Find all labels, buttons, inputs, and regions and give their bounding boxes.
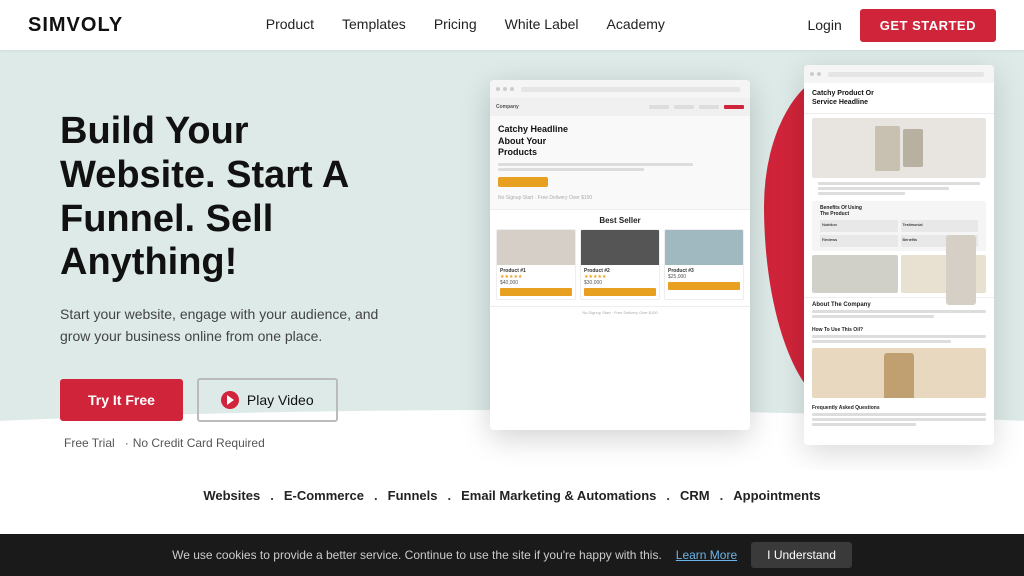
mock-sub-2 xyxy=(498,168,644,171)
feature-websites: Websites xyxy=(203,488,260,503)
mock-product-3-price: $25,000 xyxy=(668,274,740,280)
mockup2-desc xyxy=(804,182,994,201)
mockup2-hero-img xyxy=(812,118,986,178)
mockup-main: Company Catchy HeadlineAbout YourProduct… xyxy=(490,80,750,430)
hero-section: Build Your Website. Start A Funnel. Sell… xyxy=(0,50,1024,510)
mock-product-2-info: Product #2 ★★★★★ $30,000 xyxy=(581,265,659,299)
features-bar: Websites . E-Commerce . Funnels . Email … xyxy=(0,470,1024,520)
mock-dot-2 xyxy=(503,87,507,91)
mock-brand: Company xyxy=(496,104,526,110)
mock-best-seller: Best Seller xyxy=(490,216,750,225)
feature-ecommerce: E-Commerce xyxy=(284,488,364,503)
mockup2-person xyxy=(804,348,994,402)
cookie-bar: We use cookies to provide a better servi… xyxy=(0,534,1024,576)
mockup2-product-img xyxy=(936,235,986,305)
play-icon xyxy=(221,391,239,409)
cookie-learn-more[interactable]: Learn More xyxy=(676,548,737,562)
mock-product-3-img xyxy=(665,230,743,265)
hero-content: Build Your Website. Start A Funnel. Sell… xyxy=(0,70,460,490)
feature-crm: CRM xyxy=(680,488,710,503)
mockup-subnav: Company xyxy=(490,98,750,116)
mock-add-btn-2 xyxy=(584,288,656,296)
cookie-accept-button[interactable]: I Understand xyxy=(751,542,852,568)
mockup-secondary: Catchy Product OrService Headline Benefi… xyxy=(804,65,994,445)
mock-cta-btn xyxy=(498,177,548,187)
feature-funnels: Funnels xyxy=(388,488,438,503)
navigation: SIMVOLY Product Templates Pricing White … xyxy=(0,0,1024,50)
mock-url-bar xyxy=(521,87,740,92)
mock-sub-1 xyxy=(498,163,693,166)
mock-product-1-price: $40,000 xyxy=(500,280,572,286)
try-free-button[interactable]: Try It Free xyxy=(60,379,183,421)
nav-academy[interactable]: Academy xyxy=(607,16,665,32)
mock-product-1-info: Product #1 ★★★★★ $40,000 xyxy=(497,265,575,299)
mock-footer-note: No Signup Start · Free Delivery Over $10… xyxy=(490,306,750,318)
mock-product-2-img xyxy=(581,230,659,265)
feature-appointments: Appointments xyxy=(733,488,820,503)
nav-links: Product Templates Pricing White Label Ac… xyxy=(266,16,665,34)
mock-product-2: Product #2 ★★★★★ $30,000 xyxy=(580,229,660,300)
mock-micro-text: No Signup Start · Free Delivery Over $10… xyxy=(498,195,742,201)
mock-product-1: Product #1 ★★★★★ $40,000 xyxy=(496,229,576,300)
get-started-button[interactable]: GET STARTED xyxy=(860,9,996,42)
hero-note: Free Trial No Credit Card Required xyxy=(60,436,410,450)
mockup2-faq: Frequently Asked Questions xyxy=(804,402,994,431)
no-credit-note: No Credit Card Required xyxy=(125,436,265,450)
mock-products-row: Product #1 ★★★★★ $40,000 Product #2 ★★★★… xyxy=(490,229,750,306)
mockup-hero-area: Catchy HeadlineAbout YourProducts No Sig… xyxy=(490,116,750,210)
mock-add-btn-1 xyxy=(500,288,572,296)
nav-white-label[interactable]: White Label xyxy=(505,16,579,32)
mock-hero-headline: Catchy HeadlineAbout YourProducts xyxy=(498,124,742,159)
nav-right: Login GET STARTED xyxy=(807,9,996,42)
brand-logo: SIMVOLY xyxy=(28,14,123,37)
mock-product-3-info: Product #3 $25,000 xyxy=(665,265,743,293)
mock-add-btn-3 xyxy=(668,282,740,290)
mock-dot-1 xyxy=(496,87,500,91)
nav-templates[interactable]: Templates xyxy=(342,16,406,32)
mock-product-3: Product #3 $25,000 xyxy=(664,229,744,300)
hero-subtext: Start your website, engage with your aud… xyxy=(60,303,380,348)
mockup2-how-to: How To Use This Oil? xyxy=(804,324,994,348)
hero-mockups: Company Catchy HeadlineAbout YourProduct… xyxy=(460,50,1024,510)
nav-pricing[interactable]: Pricing xyxy=(434,16,477,32)
mockup-nav-bar xyxy=(490,80,750,98)
mockup2-headline: Catchy Product OrService Headline xyxy=(804,83,994,114)
login-link[interactable]: Login xyxy=(807,17,841,33)
mock-dot-3 xyxy=(510,87,514,91)
hero-buttons: Try It Free Play Video xyxy=(60,378,410,422)
nav-product[interactable]: Product xyxy=(266,16,314,32)
mockup2-nav-bar xyxy=(804,65,994,83)
hero-headline: Build Your Website. Start A Funnel. Sell… xyxy=(60,110,410,285)
feature-email: Email Marketing & Automations xyxy=(461,488,656,503)
free-trial-note: Free Trial xyxy=(60,436,115,450)
cookie-text: We use cookies to provide a better servi… xyxy=(172,548,662,562)
mock-product-2-price: $30,000 xyxy=(584,280,656,286)
play-video-button[interactable]: Play Video xyxy=(197,378,338,422)
mock-product-1-img xyxy=(497,230,575,265)
